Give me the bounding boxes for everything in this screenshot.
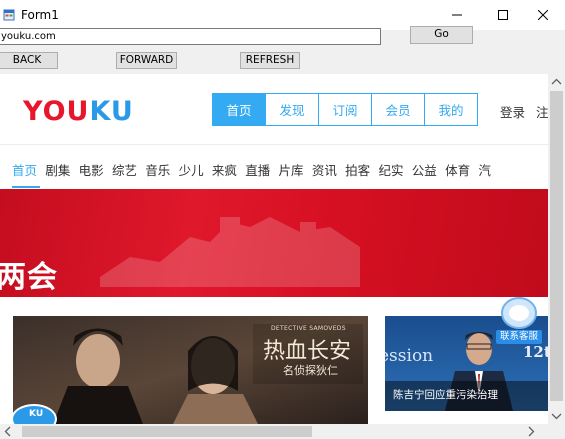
category-movie[interactable]: 电影 [79,160,104,179]
horizontal-scroll-thumb[interactable] [22,426,312,437]
scrollbar-corner [548,424,565,439]
category-library[interactable]: 片库 [279,160,304,179]
category-charity[interactable]: 公益 [412,160,437,179]
scroll-right-icon [528,426,535,437]
login-link[interactable]: 登录 [500,102,525,121]
register-link[interactable]: 注 [536,102,548,121]
category-auto[interactable]: 汽 [478,160,491,179]
maximize-icon [497,10,508,20]
main-nav: 首页 发现 订阅 会员 我的 [212,93,478,126]
category-live[interactable]: 直播 [245,160,270,179]
close-icon [537,10,548,20]
category-documentary[interactable]: 纪实 [378,160,403,179]
vertical-scrollbar[interactable] [548,74,565,424]
web-browser-view[interactable]: YOUKU 首页 发现 订阅 会员 我的 登录 注 首页 剧集 电影 综艺 音乐 少儿 来疯… [0,74,548,424]
category-home[interactable]: 首页 [12,160,37,179]
refresh-button[interactable]: REFRESH [240,52,300,69]
title-bar: Form1 [0,0,565,30]
category-news[interactable]: 资讯 [312,160,337,179]
scroll-up-icon [551,78,562,85]
nav-discover[interactable]: 发现 [266,94,319,125]
maximize-button[interactable] [480,0,525,30]
category-music[interactable]: 音乐 [145,160,170,179]
news-caption: 陈吉宁回应重污染治理 [393,389,498,401]
vertical-scroll-thumb[interactable] [550,91,563,401]
support-bubble-icon [501,297,537,329]
app-icon [3,9,15,21]
close-button[interactable] [520,0,565,30]
forward-button[interactable]: FORWARD [116,52,177,69]
nav-mine[interactable]: 我的 [425,94,477,125]
logo-part-ku: KU [89,96,134,127]
poster-top-text: DETECTIVE SAMOVEDS [271,325,346,332]
category-sports[interactable]: 体育 [445,160,470,179]
address-input[interactable]: youku.com [0,28,381,45]
back-button[interactable]: BACK [0,52,58,69]
category-bar: 首页 剧集 电影 综艺 音乐 少儿 来疯 直播 片库 资讯 拍客 纪实 公益 体育汽 [12,160,499,179]
customer-service-widget[interactable]: 联系客服 [496,296,542,346]
minimize-icon [451,14,462,16]
app-window: Form1 youku.com Go BACK FORWARD REFRESH … [0,0,565,439]
nav-subscribe[interactable]: 订阅 [319,94,372,125]
header-divider [0,144,548,145]
category-paike[interactable]: 拍客 [345,160,370,179]
banner-title: 两会 [0,260,58,295]
window-title: Form1 [21,8,59,22]
active-category-underline [12,186,40,188]
hero-banner[interactable]: 两会 [0,189,548,297]
poster-title: 热血长安 [263,339,352,364]
category-series[interactable]: 剧集 [45,160,70,179]
great-wall-graphic [100,217,360,287]
nav-home[interactable]: 首页 [213,94,266,125]
video-card-drama[interactable]: DETECTIVE SAMOVEDS 热血长安 名侦探狄仁 KU [13,316,368,424]
horizontal-scrollbar[interactable] [0,424,548,439]
category-variety[interactable]: 综艺 [112,160,137,179]
support-label: 联系客服 [496,330,542,344]
logo-part-you: YOU [23,96,90,127]
nav-member[interactable]: 会员 [372,94,425,125]
category-laifeng[interactable]: 来疯 [212,160,237,179]
youku-logo[interactable]: YOUKU [23,98,134,126]
poster-subtitle: 名侦探狄仁 [283,364,338,377]
category-kids[interactable]: 少儿 [179,160,204,179]
badge-text: KU [29,409,44,419]
scroll-left-icon [4,426,11,437]
scroll-down-icon [551,413,562,420]
go-button[interactable]: Go [410,26,473,44]
